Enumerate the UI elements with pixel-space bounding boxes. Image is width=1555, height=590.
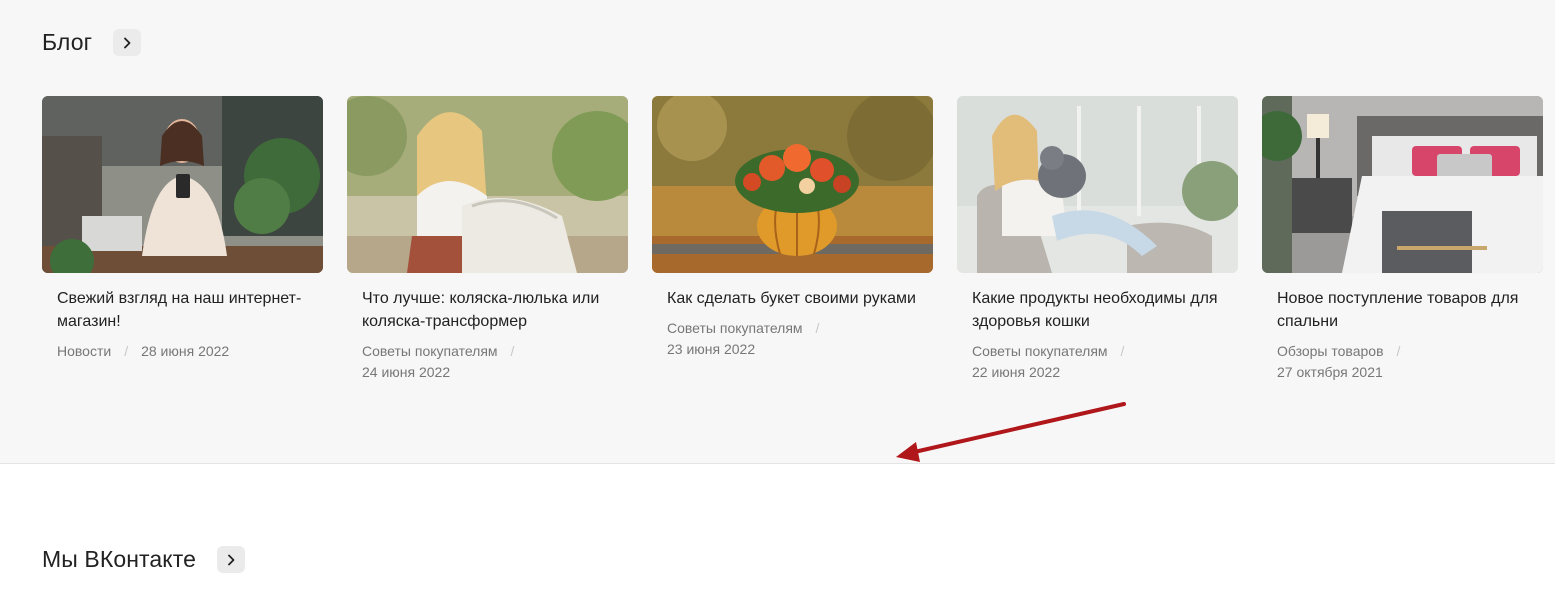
blog-card-date: 28 июня 2022 — [141, 343, 230, 359]
blog-card-title[interactable]: Свежий взгляд на наш интернет-магазин! — [57, 287, 317, 333]
blog-card-title[interactable]: Какие продукты необходимы для здоровья к… — [972, 287, 1232, 333]
blog-card-meta: Новости / 28 июня 2022 — [57, 341, 297, 362]
woman-cat-image — [957, 96, 1238, 273]
blog-card-image[interactable] — [957, 96, 1238, 273]
meta-separator: / — [510, 343, 515, 359]
blog-card-date: 22 июня 2022 — [972, 364, 1061, 380]
meta-separator: / — [1120, 343, 1125, 359]
blog-card-image[interactable] — [347, 96, 628, 273]
blog-card[interactable]: Что лучше: коляска-люлька или коляска-тр… — [347, 96, 628, 383]
blog-card-title[interactable]: Новое поступление товаров для спальни — [1277, 287, 1537, 333]
blog-title[interactable]: Блог — [42, 29, 92, 56]
vk-more-button[interactable] — [216, 546, 245, 573]
blog-card-date: 27 октября 2021 — [1277, 364, 1383, 380]
blog-card-category[interactable]: Советы покупателям — [972, 343, 1108, 359]
blog-cards: Свежий взгляд на наш интернет-магазин! Н… — [42, 96, 1543, 383]
chevron-right-icon — [124, 37, 131, 48]
blog-card[interactable]: Свежий взгляд на наш интернет-магазин! Н… — [42, 96, 323, 383]
vk-title[interactable]: Мы ВКонтакте — [42, 546, 196, 573]
blog-card-date: 24 июня 2022 — [362, 364, 451, 380]
meta-separator: / — [124, 343, 129, 359]
blog-card[interactable]: Какие продукты необходимы для здоровья к… — [957, 96, 1238, 383]
blog-card-meta: Советы покупателям / 24 июня 2022 — [362, 341, 602, 383]
blog-card-meta: Советы покупателям / 22 июня 2022 — [972, 341, 1212, 383]
pumpkin-bouquet-image — [652, 96, 933, 273]
meta-separator: / — [1396, 343, 1401, 359]
annotation-arrow — [896, 402, 1126, 462]
blog-section: Блог Свежий взгляд на наш интернет-магаз… — [0, 0, 1555, 464]
blog-card-image[interactable] — [652, 96, 933, 273]
blog-card[interactable]: Новое поступление товаров для спальни Об… — [1262, 96, 1543, 383]
chevron-right-icon — [228, 554, 235, 565]
blog-card-image[interactable] — [1262, 96, 1543, 273]
blog-card-meta: Советы покупателям / 23 июня 2022 — [667, 318, 907, 360]
blog-card-category[interactable]: Обзоры товаров — [1277, 343, 1384, 359]
blog-card-category[interactable]: Советы покупателям — [667, 320, 803, 336]
blog-header: Блог — [42, 29, 142, 56]
bedroom-image — [1262, 96, 1543, 273]
woman-stroller-image — [347, 96, 628, 273]
vk-header: Мы ВКонтакте — [42, 546, 245, 573]
blog-card-title[interactable]: Как сделать букет своими руками — [667, 287, 927, 310]
blog-card-category[interactable]: Советы покупателям — [362, 343, 498, 359]
blog-more-button[interactable] — [113, 29, 142, 56]
blog-card-date: 23 июня 2022 — [667, 341, 756, 357]
meta-separator: / — [815, 320, 820, 336]
blog-card-image[interactable] — [42, 96, 323, 273]
woman-phone-image — [42, 96, 323, 273]
blog-card-meta: Обзоры товаров / 27 октября 2021 — [1277, 341, 1517, 383]
blog-card-category[interactable]: Новости — [57, 343, 111, 359]
blog-card[interactable]: Как сделать букет своими руками Советы п… — [652, 96, 933, 383]
blog-card-title[interactable]: Что лучше: коляска-люлька или коляска-тр… — [362, 287, 622, 333]
